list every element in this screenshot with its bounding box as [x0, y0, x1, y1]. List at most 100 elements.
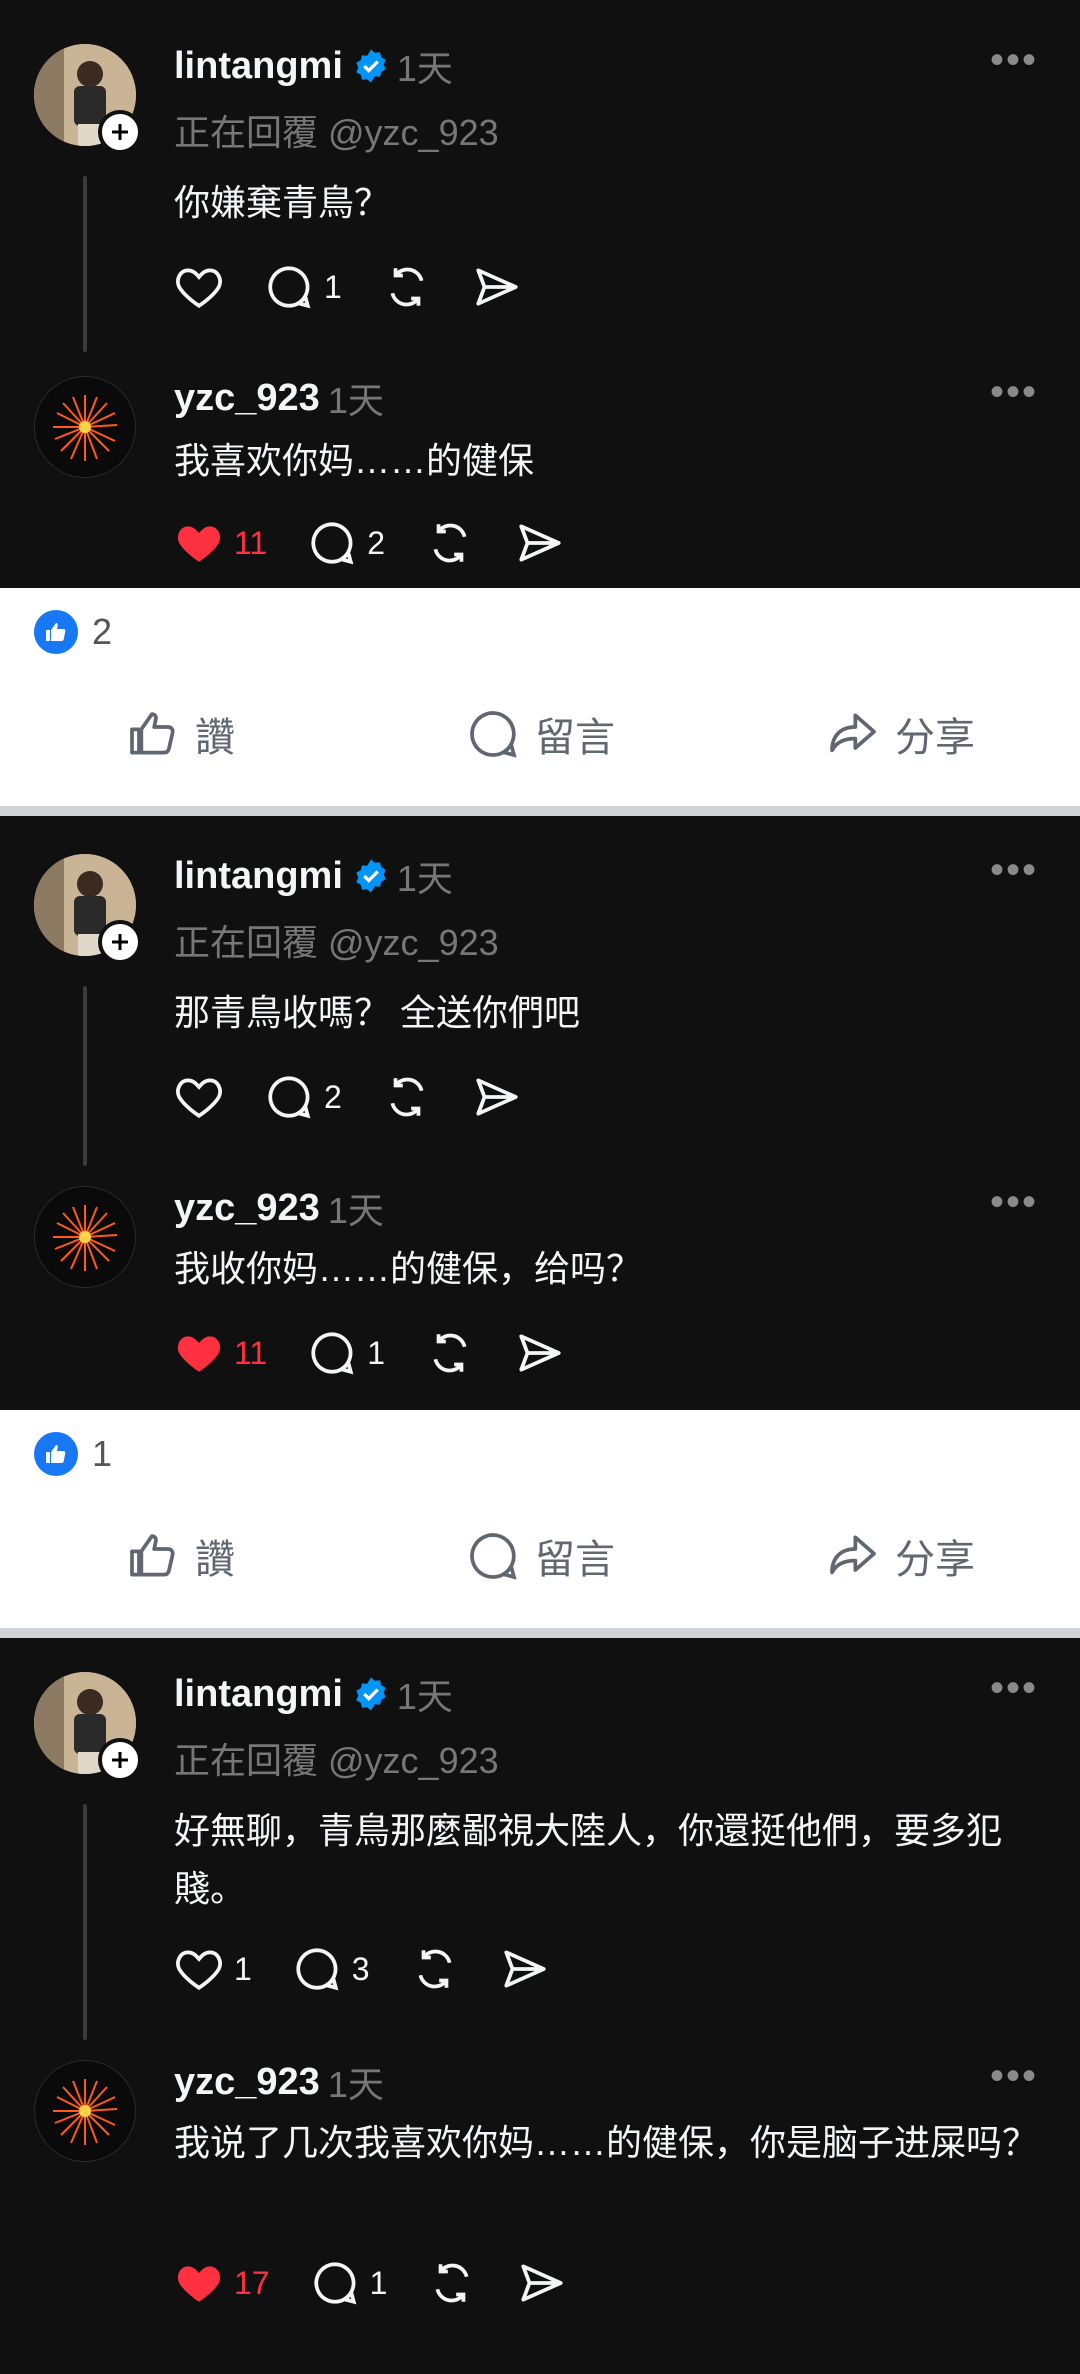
share-arrow-icon	[830, 1535, 876, 1575]
like-button[interactable]: 17	[174, 2258, 270, 2308]
fb-like-button[interactable]: 讚	[0, 1506, 360, 1606]
thumbs-up-icon	[34, 610, 78, 654]
comment-count: 2	[324, 1078, 342, 1115]
comment-icon	[314, 2262, 356, 2305]
username[interactable]: yzc_923	[174, 1187, 320, 1230]
post-text: 那青鳥收嗎？ 全送你們吧	[174, 992, 581, 1033]
avatar[interactable]	[34, 2060, 136, 2162]
repost-icon	[418, 1949, 452, 1989]
repost-button[interactable]	[425, 518, 475, 568]
username[interactable]: lintangmi	[174, 1673, 343, 1716]
fb-share-button[interactable]: 分享	[720, 684, 1080, 784]
reply-time: 1天	[327, 2064, 384, 2105]
thread-card: lintangmi 1天 ••• 正在回覆 @yzc_923 好無聊，青鳥那麼鄙…	[0, 1638, 1080, 2374]
repost-button[interactable]	[427, 2258, 477, 2308]
comment-button[interactable]: 2	[307, 518, 385, 568]
comment-icon	[470, 1533, 517, 1580]
fb-comment-button[interactable]: 留言	[360, 1506, 720, 1606]
like-button[interactable]: 1	[174, 1944, 252, 1994]
like-count: 17	[234, 2264, 270, 2301]
thread-line	[83, 1804, 87, 2040]
follow-plus-icon[interactable]	[98, 110, 142, 154]
comment-button[interactable]: 3	[292, 1944, 370, 1994]
more-options-icon[interactable]: •••	[990, 1180, 1038, 1225]
repost-icon	[433, 1333, 467, 1373]
replying-to[interactable]: 正在回覆 @yzc_923	[174, 914, 499, 966]
like-button[interactable]	[174, 262, 224, 312]
more-options-icon[interactable]: •••	[990, 38, 1038, 83]
follow-plus-icon[interactable]	[98, 1738, 142, 1782]
fb-share-button[interactable]: 分享	[720, 1506, 1080, 1606]
comment-icon	[470, 711, 517, 758]
more-options-icon[interactable]: •••	[990, 848, 1038, 893]
reply-text: 我喜欢你妈……的健保	[174, 440, 535, 481]
reply-header: yzc_923 1天	[174, 1182, 384, 1234]
comment-button[interactable]: 2	[264, 1072, 342, 1122]
comment-count: 1	[324, 268, 342, 305]
repost-button[interactable]	[425, 1328, 475, 1378]
share-button[interactable]	[517, 2258, 567, 2308]
fb-comment-button[interactable]: 留言	[360, 684, 720, 784]
reply-actions: 11 2	[174, 518, 605, 568]
reaction-summary[interactable]: 2	[34, 610, 112, 654]
facebook-action-bar: 2 讚 留言 分享	[0, 588, 1080, 806]
reply-actions: 11 1	[174, 1328, 605, 1378]
like-count: 1	[234, 1950, 252, 1987]
share-button[interactable]	[472, 1072, 522, 1122]
avatar[interactable]	[34, 376, 136, 478]
username[interactable]: yzc_923	[174, 377, 320, 420]
share-button[interactable]	[500, 1944, 550, 1994]
reply-text: 我说了几次我喜欢你妈……的健保，你是脑子进屎吗？	[174, 2122, 1039, 2163]
heart-icon	[176, 1950, 222, 1990]
post-header: lintangmi 1天	[174, 40, 453, 92]
follow-plus-icon[interactable]	[98, 920, 142, 964]
like-button[interactable]: 11	[174, 518, 267, 568]
thumbs-up-icon	[34, 1432, 78, 1476]
like-count: 11	[234, 1334, 268, 1371]
reply-time: 1天	[327, 380, 384, 421]
send-icon	[521, 2264, 564, 2302]
reply-time: 1天	[327, 1190, 384, 1231]
username[interactable]: lintangmi	[174, 45, 343, 88]
send-icon	[519, 1334, 561, 1372]
replying-to[interactable]: 正在回覆 @yzc_923	[174, 104, 499, 156]
comment-icon	[296, 1948, 339, 1991]
thread-card: lintangmi 1天 ••• 正在回覆 @yzc_923 那青鳥收嗎？ 全送…	[0, 816, 1080, 1410]
like-button[interactable]: 11	[174, 1328, 267, 1378]
replying-to[interactable]: 正在回覆 @yzc_923	[174, 1732, 499, 1784]
like-count: 2	[92, 611, 113, 652]
repost-icon	[390, 267, 424, 307]
username[interactable]: lintangmi	[174, 855, 343, 898]
repost-button[interactable]	[382, 262, 432, 312]
repost-button[interactable]	[382, 1072, 432, 1122]
like-button[interactable]	[174, 1072, 224, 1122]
comment-button[interactable]: 1	[307, 1328, 385, 1378]
more-options-icon[interactable]: •••	[990, 370, 1038, 415]
separator	[0, 806, 1080, 816]
reply-actions: 17 1	[174, 2258, 607, 2308]
fb-like-button[interactable]: 讚	[0, 684, 360, 784]
comment-button[interactable]: 1	[310, 2258, 387, 2308]
comment-icon	[311, 522, 354, 565]
share-button[interactable]	[472, 262, 522, 312]
more-options-icon[interactable]: •••	[990, 2054, 1038, 2099]
comment-button[interactable]: 1	[264, 262, 342, 312]
share-arrow-icon	[830, 713, 876, 753]
share-button[interactable]	[515, 1328, 565, 1378]
reply-header: yzc_923 1天	[174, 2056, 384, 2108]
username[interactable]: yzc_923	[174, 2061, 320, 2104]
post-actions: 1	[174, 262, 562, 312]
comment-icon	[311, 1332, 354, 1375]
thread-card: lintangmi 1天 ••• 正在回覆 @yzc_923 你嫌棄青鳥？ 1 …	[0, 0, 1080, 588]
thumbs-up-icon	[130, 1534, 175, 1577]
repost-icon	[390, 1077, 424, 1117]
post-time: 1天	[396, 858, 453, 899]
share-button[interactable]	[515, 518, 565, 568]
verified-badge-icon	[356, 49, 386, 83]
reaction-summary[interactable]: 1	[34, 1432, 112, 1476]
more-options-icon[interactable]: •••	[990, 1666, 1038, 1711]
avatar[interactable]	[34, 1186, 136, 1288]
repost-button[interactable]	[410, 1944, 460, 1994]
comment-count: 2	[367, 524, 386, 561]
facebook-action-bar: 1 讚 留言 分享	[0, 1410, 1080, 1628]
